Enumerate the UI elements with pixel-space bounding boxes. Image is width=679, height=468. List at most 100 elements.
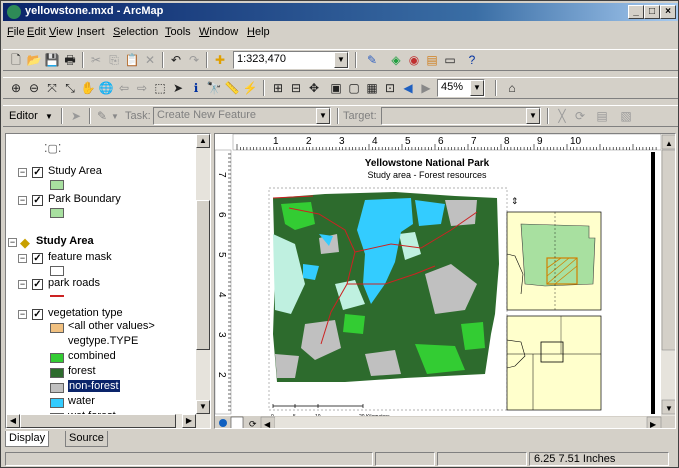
- toc-horizontal-scrollbar[interactable]: ◀ ▶: [6, 414, 210, 428]
- scroll-left-icon[interactable]: ◀: [264, 420, 271, 429]
- layout-zoom-combo[interactable]: 45% ▼: [437, 79, 485, 97]
- chevron-down-icon[interactable]: ▼: [470, 80, 484, 96]
- data-frame-study-area[interactable]: Study Area: [36, 235, 94, 247]
- scroll-down-icon[interactable]: ▼: [665, 404, 673, 413]
- chevron-down-icon[interactable]: ▼: [111, 112, 119, 121]
- layer-checkbox[interactable]: ✓: [32, 309, 43, 320]
- split-tool-icon[interactable]: ╳: [553, 107, 571, 125]
- full-extent-icon[interactable]: 🌐: [97, 79, 115, 97]
- forward-icon[interactable]: ⇨: [133, 79, 151, 97]
- cut-icon[interactable]: ✂: [87, 51, 105, 69]
- layer-checkbox[interactable]: ✓: [32, 195, 43, 206]
- layer-feature-mask[interactable]: feature mask: [48, 251, 112, 263]
- inset-map-region[interactable]: [506, 315, 602, 411]
- identify-icon[interactable]: ℹ: [187, 79, 205, 97]
- task-combo[interactable]: Create New Feature ▼: [153, 107, 331, 125]
- menu-selection[interactable]: Selection: [113, 26, 158, 38]
- scroll-thumb[interactable]: [196, 200, 210, 350]
- chevron-down-icon[interactable]: ▼: [526, 108, 540, 124]
- select-elements-icon[interactable]: ➤: [169, 79, 187, 97]
- main-map-frame[interactable]: [272, 192, 499, 382]
- save-icon[interactable]: 💾: [43, 51, 61, 69]
- hyperlink-icon[interactable]: ⚡: [241, 79, 259, 97]
- measure-icon[interactable]: 📏: [223, 79, 241, 97]
- menu-insert[interactable]: Insert: [77, 26, 105, 38]
- scroll-thumb[interactable]: [20, 414, 176, 428]
- scroll-up-icon[interactable]: ▲: [665, 139, 673, 148]
- menu-window[interactable]: Window: [199, 26, 238, 38]
- target-combo[interactable]: ▼: [381, 107, 541, 125]
- pan-icon[interactable]: ✋: [79, 79, 97, 97]
- map-scale-combo[interactable]: 1:323,470 ▼: [233, 51, 349, 69]
- chevron-down-icon[interactable]: ▼: [316, 108, 330, 124]
- editor-menu[interactable]: Editor: [9, 110, 38, 122]
- collapse-icon[interactable]: −: [8, 238, 17, 247]
- fixed-layout-zoom-icon[interactable]: ▦: [363, 79, 381, 97]
- paste-icon[interactable]: 📋: [123, 51, 141, 69]
- layer-park-boundary[interactable]: Park Boundary: [48, 193, 121, 205]
- scroll-right-icon[interactable]: ▶: [650, 420, 657, 429]
- data-view-icon[interactable]: [219, 419, 227, 427]
- chevron-down-icon[interactable]: ▼: [45, 112, 53, 121]
- layer-checkbox[interactable]: ✓: [32, 279, 43, 290]
- legend-item-selected[interactable]: non-forest: [68, 380, 120, 392]
- toggle-draft-icon[interactable]: ⌂: [503, 79, 521, 97]
- zoom-out-icon[interactable]: ⊖: [25, 79, 43, 97]
- layout-view[interactable]: 1 2 3 4 5 6 7 8 9 10 7 6 5 4 3 2 Yellows…: [214, 133, 676, 429]
- redo-icon[interactable]: ↷: [185, 51, 203, 69]
- new-icon[interactable]: 🗋: [7, 51, 25, 69]
- menu-view[interactable]: View: [49, 26, 73, 38]
- minimize-button[interactable]: _: [628, 5, 644, 19]
- layout-zoom-out-icon[interactable]: ⊟: [287, 79, 305, 97]
- undo-icon[interactable]: ↶: [167, 51, 185, 69]
- zoom-in-icon[interactable]: ⊕: [7, 79, 25, 97]
- refresh-icon[interactable]: ⟳: [249, 419, 257, 429]
- tab-source[interactable]: Source: [65, 431, 108, 447]
- scroll-down-icon[interactable]: ▼: [196, 400, 210, 414]
- layout-page-icon[interactable]: ⊡: [381, 79, 399, 97]
- layer-vegetation-type[interactable]: vegetation type: [48, 307, 123, 319]
- layer-checkbox[interactable]: ✓: [32, 167, 43, 178]
- scroll-up-icon[interactable]: ▲: [196, 134, 210, 148]
- rotate-tool-icon[interactable]: ⟳: [571, 107, 589, 125]
- print-icon[interactable]: 🖶: [61, 51, 79, 69]
- layer-checkbox[interactable]: ✓: [32, 253, 43, 264]
- copy-icon[interactable]: ⎘: [105, 51, 123, 69]
- fixed-zoom-in-icon[interactable]: ⤧: [43, 79, 61, 97]
- close-button[interactable]: ×: [660, 5, 676, 19]
- fixed-zoom-out-icon[interactable]: ⤡: [61, 79, 79, 97]
- edit-tool-icon[interactable]: ➤: [67, 107, 85, 125]
- menu-edit[interactable]: Edit: [27, 26, 46, 38]
- scroll-thumb[interactable]: [661, 149, 676, 351]
- menu-file[interactable]: File: [7, 26, 25, 38]
- delete-icon[interactable]: ✕: [141, 51, 159, 69]
- select-features-icon[interactable]: ⬚: [151, 79, 169, 97]
- zoom-whole-page-icon[interactable]: ▣: [327, 79, 345, 97]
- layout-zoom-in-icon[interactable]: ⊞: [269, 79, 287, 97]
- collapse-icon[interactable]: −: [18, 196, 27, 205]
- scroll-left-icon[interactable]: ◀: [6, 414, 20, 428]
- north-arrow-icon[interactable]: ⇕: [511, 196, 519, 206]
- collapse-icon[interactable]: −: [18, 254, 27, 263]
- collapse-icon[interactable]: −: [18, 168, 27, 177]
- sketch-properties-icon[interactable]: ▧: [617, 107, 635, 125]
- window-icon[interactable]: ▭: [441, 51, 459, 69]
- menu-help[interactable]: Help: [247, 26, 270, 38]
- attributes-icon[interactable]: ▤: [593, 107, 611, 125]
- sketch-tool-icon[interactable]: ✎: [93, 107, 111, 125]
- editor-toolbar-icon[interactable]: ✎: [363, 51, 381, 69]
- toc-vertical-scrollbar[interactable]: ▲ ▼: [196, 134, 210, 414]
- layer-park-roads[interactable]: park roads: [48, 277, 100, 289]
- layout-pan-icon[interactable]: ✥: [305, 79, 323, 97]
- collapse-icon[interactable]: −: [18, 280, 27, 289]
- layer-study-area[interactable]: Study Area: [48, 165, 102, 177]
- layout-view-icon[interactable]: [230, 416, 244, 429]
- maximize-button[interactable]: □: [644, 5, 660, 19]
- menu-tools[interactable]: Tools: [165, 26, 191, 38]
- arccatalog-icon[interactable]: ◉: [405, 51, 423, 69]
- zoom-100-icon[interactable]: ▢: [345, 79, 363, 97]
- collapse-icon[interactable]: −: [18, 310, 27, 319]
- open-icon[interactable]: 📂: [25, 51, 43, 69]
- tab-display[interactable]: Display: [5, 431, 50, 447]
- layout-back-icon[interactable]: ◀: [399, 79, 417, 97]
